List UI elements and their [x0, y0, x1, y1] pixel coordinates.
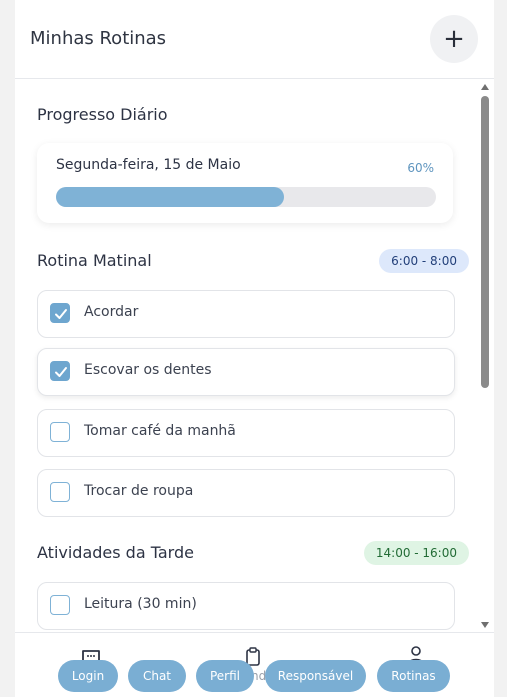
morning-section-title: Rotina Matinal [37, 251, 152, 270]
scroll-thumb[interactable] [481, 96, 489, 388]
checkbox-unchecked[interactable] [50, 595, 70, 615]
page-title: Minhas Rotinas [30, 28, 167, 49]
nav-chat-button[interactable]: Chat [128, 660, 186, 692]
checkbox-unchecked[interactable] [50, 482, 70, 502]
task-label: Trocar de roupa [84, 483, 194, 499]
nav-profile-button[interactable]: Perfil [196, 660, 254, 692]
task-escovar-dentes[interactable]: Escovar os dentes [37, 348, 455, 396]
progress-section-title: Progresso Diário [37, 105, 168, 124]
progress-bar-fill [56, 187, 284, 207]
task-label: Escovar os dentes [84, 362, 212, 378]
add-routine-button[interactable]: + [430, 15, 478, 63]
progress-date: Segunda-feira, 15 de Maio [56, 157, 241, 173]
nav-routines-button[interactable]: Rotinas [377, 660, 450, 692]
task-cafe-da-manha[interactable]: Tomar café da manhã [37, 409, 455, 457]
checkbox-checked[interactable] [50, 361, 70, 381]
task-label: Leitura (30 min) [84, 596, 197, 612]
scroll-down-arrow-icon[interactable] [481, 622, 489, 628]
daily-progress-card: Segunda-feira, 15 de Maio 60% [37, 143, 453, 223]
checkbox-checked[interactable] [50, 303, 70, 323]
plus-icon: + [443, 24, 465, 54]
morning-time-badge: 6:00 - 8:00 [379, 249, 469, 273]
app-header: Minhas Rotinas + [15, 0, 494, 79]
afternoon-section-title: Atividades da Tarde [37, 543, 194, 562]
progress-percent: 60% [407, 161, 434, 175]
scroll-up-arrow-icon[interactable] [481, 84, 489, 90]
progress-bar [56, 187, 436, 207]
task-trocar-roupa[interactable]: Trocar de roupa [37, 469, 455, 517]
afternoon-time-badge: 14:00 - 16:00 [363, 541, 469, 565]
app-screen: Minhas Rotinas + Progresso Diário Segund… [15, 0, 494, 697]
routine-content: Progresso Diário Segunda-feira, 15 de Ma… [15, 79, 494, 632]
task-acordar[interactable]: Acordar [37, 290, 455, 338]
check-icon [55, 309, 67, 319]
task-label: Tomar café da manhã [84, 423, 236, 439]
checkbox-unchecked[interactable] [50, 422, 70, 442]
task-label: Acordar [84, 304, 139, 320]
task-leitura[interactable]: Leitura (30 min) [37, 582, 455, 630]
nav-login-button[interactable]: Login [58, 660, 118, 692]
check-icon [55, 367, 67, 377]
scrollbar[interactable] [480, 82, 490, 630]
nav-guardian-button[interactable]: Responsável [265, 660, 366, 692]
